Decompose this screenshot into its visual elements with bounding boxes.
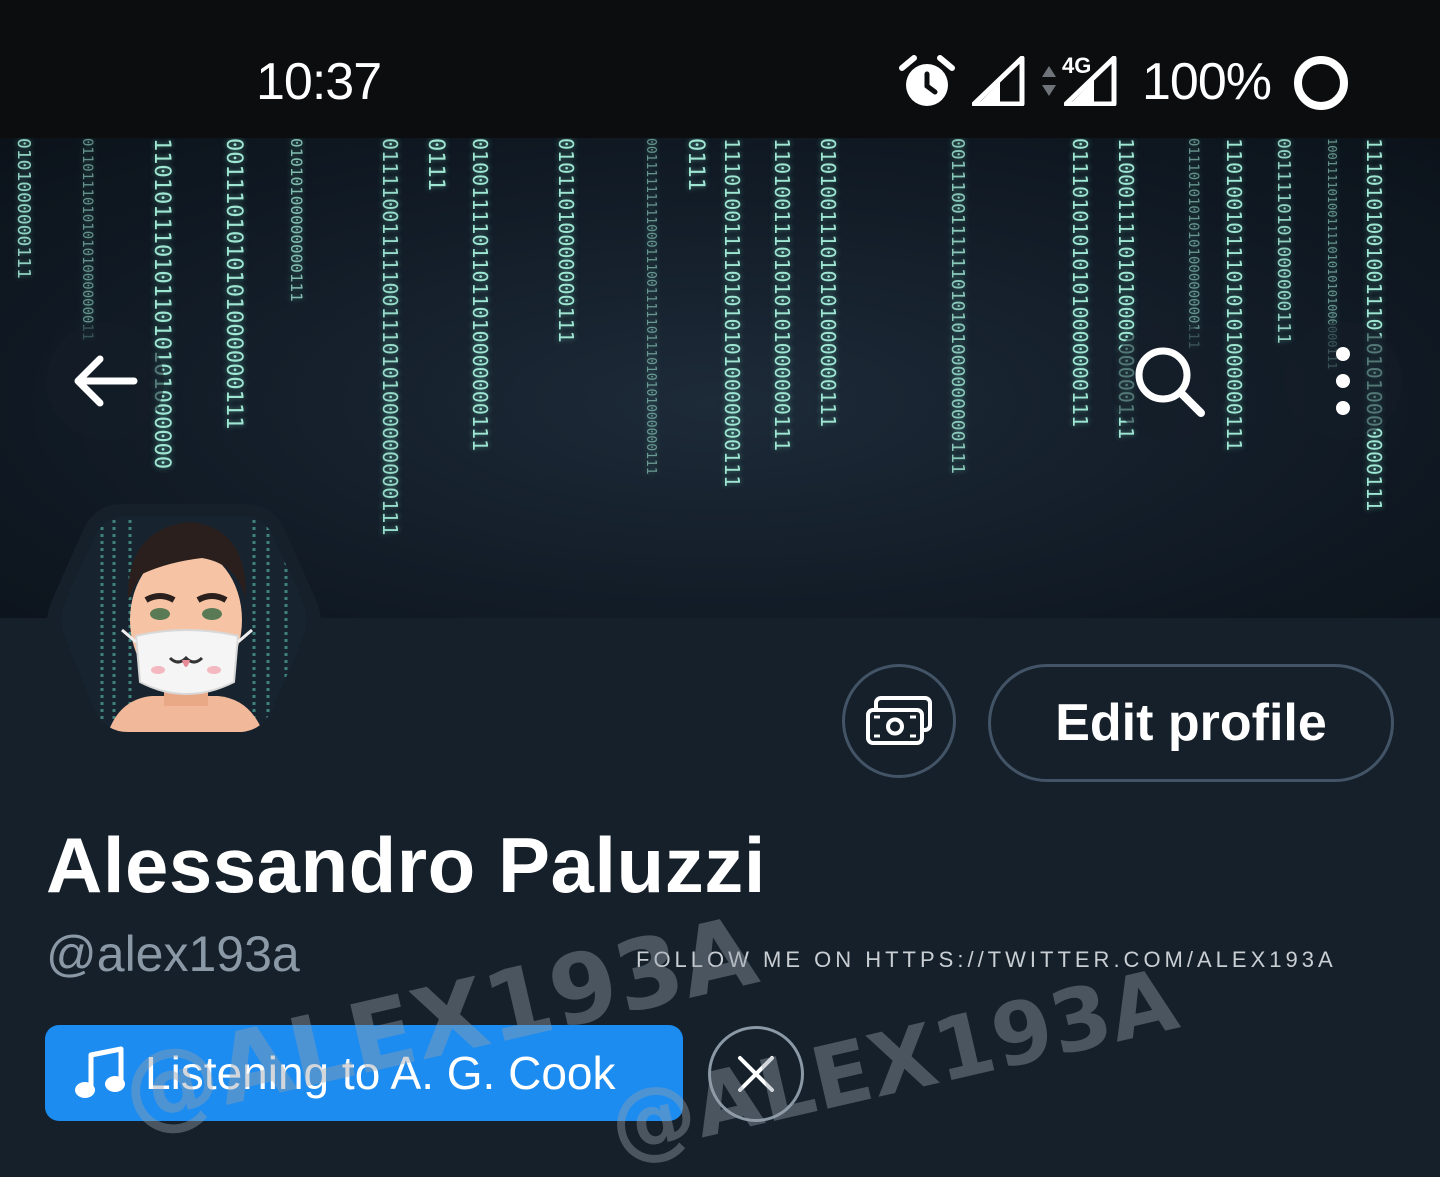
- banner-code-column: 1110101001001110101010000000111: [1362, 138, 1386, 512]
- status-bar: 10:37 4G 100%: [0, 0, 1440, 138]
- banner-code-column: 0011111111100011100111110111010101000000…: [643, 138, 658, 475]
- banner-code-column: 0111: [683, 138, 708, 191]
- banner-code-column: 01001111011011010000000111: [468, 138, 492, 452]
- banner-code-column: 11101001111010101010000000111: [720, 138, 744, 488]
- more-vertical-icon: [1336, 347, 1350, 415]
- banner-code-column: 0111: [423, 138, 448, 191]
- banner-code-column: 0111010101010100000000111: [1185, 138, 1201, 349]
- banner-code-column: 0011110101000000111: [1273, 138, 1294, 344]
- tip-jar-button[interactable]: [842, 664, 956, 778]
- profile-avatar[interactable]: [42, 500, 326, 762]
- banner-code-column: 01011010000000111: [554, 138, 578, 343]
- search-button[interactable]: [1110, 322, 1228, 440]
- battery-ring-icon: [1294, 56, 1348, 110]
- banner-code-column: 011011101010101000000011: [79, 138, 95, 341]
- signal-4g-icon: [1064, 56, 1117, 106]
- battery-percent: 100%: [1142, 53, 1272, 111]
- more-options-button[interactable]: [1284, 322, 1402, 440]
- banner-code-column: 010100111010101000000111: [816, 138, 840, 427]
- banner-code-column: 011110011111001110101000000000111: [378, 138, 402, 536]
- arrow-left-icon: [74, 355, 138, 407]
- search-icon: [1135, 347, 1205, 417]
- banner-code-column: 0011100111111010101000000000111: [947, 138, 968, 474]
- banner-code-column: 0101000000111: [13, 138, 34, 279]
- money-icon: [866, 696, 932, 745]
- signal-icon: [972, 56, 1025, 106]
- banner-code-column: 011101010101010000000111: [1068, 138, 1092, 427]
- edit-profile-button[interactable]: Edit profile: [988, 664, 1394, 782]
- banner-code-column: 11010011101010101000000111: [770, 138, 794, 452]
- status-time: 10:37: [256, 53, 382, 111]
- banner-code-column: 11010010111010101000000111: [1222, 138, 1246, 452]
- banner-code-column: 1101011101011010101000000: [149, 138, 174, 470]
- data-arrows-icon: [1042, 66, 1056, 96]
- banner-code-column: 01010100000000111: [287, 138, 306, 302]
- user-handle: @alex193a: [46, 926, 300, 982]
- avatar-image: [47, 504, 321, 744]
- back-button[interactable]: [46, 322, 164, 440]
- banner-code-column: 0011101010101000000111: [221, 138, 246, 430]
- alarm-icon: [899, 55, 955, 106]
- display-name: Alessandro Paluzzi: [46, 821, 766, 909]
